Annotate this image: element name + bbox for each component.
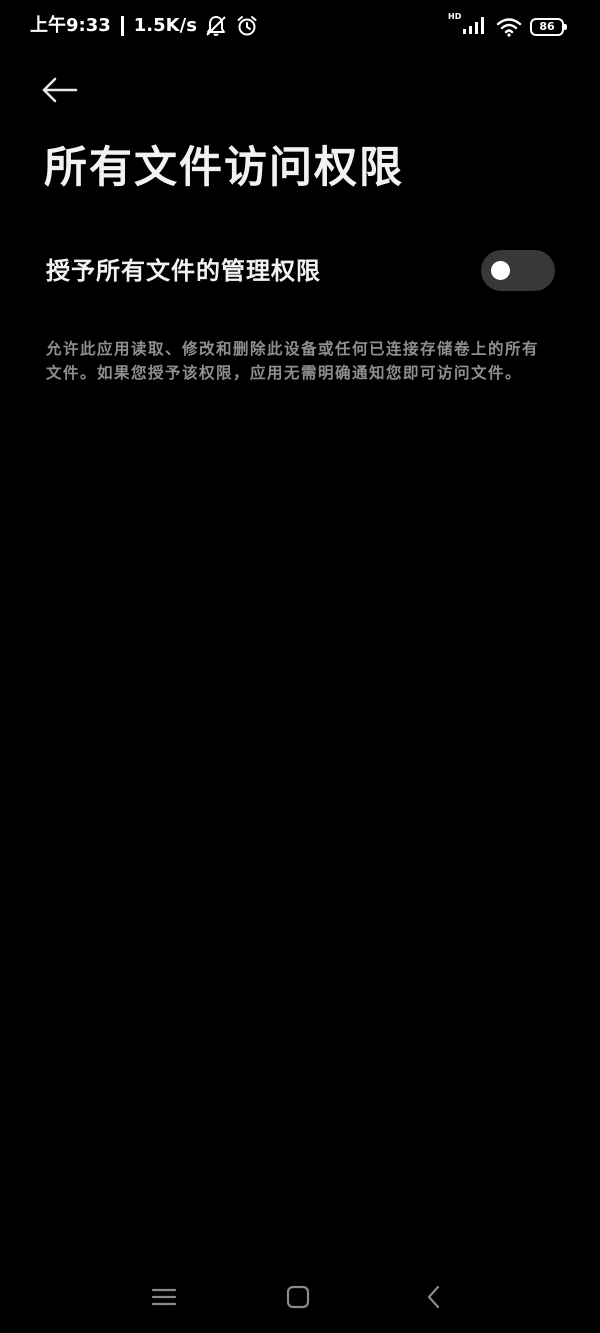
back-icon <box>427 1285 440 1309</box>
status-right: HD 86 <box>448 12 567 39</box>
page-title: 所有文件访问权限 <box>44 143 404 193</box>
status-divider <box>120 16 124 36</box>
nav-menu-button[interactable] <box>149 1282 179 1312</box>
status-left: 上午9:33 1.5K/s <box>30 13 259 39</box>
manage-all-files-toggle[interactable] <box>481 250 555 291</box>
nav-back-button[interactable] <box>419 1282 449 1312</box>
navigation-bar <box>0 1270 600 1322</box>
toggle-knob <box>491 261 510 280</box>
nav-home-button[interactable] <box>283 1282 313 1312</box>
status-time: 上午9:33 <box>30 15 111 36</box>
network-type-label: HD <box>448 12 462 21</box>
battery-level: 86 <box>539 20 555 33</box>
menu-icon <box>151 1288 177 1306</box>
setting-label: 授予所有文件的管理权限 <box>46 257 321 285</box>
mute-bell-icon <box>204 14 228 38</box>
wifi-icon <box>496 17 522 37</box>
arrow-left-icon <box>42 77 78 103</box>
setting-description: 允许此应用读取、修改和删除此设备或任何已连接存储卷上的所有文件。如果您授予该权限… <box>46 340 540 382</box>
home-icon <box>286 1285 310 1309</box>
battery-icon: 86 <box>530 18 567 36</box>
alarm-icon <box>235 14 259 38</box>
signal-icon: HD <box>448 12 488 39</box>
status-bar: 上午9:33 1.5K/s HD 86 <box>0 0 600 54</box>
status-network-speed: 1.5K/s <box>133 15 197 36</box>
setting-row-manage-all-files[interactable]: 授予所有文件的管理权限 <box>0 246 600 296</box>
back-button[interactable] <box>40 74 80 106</box>
